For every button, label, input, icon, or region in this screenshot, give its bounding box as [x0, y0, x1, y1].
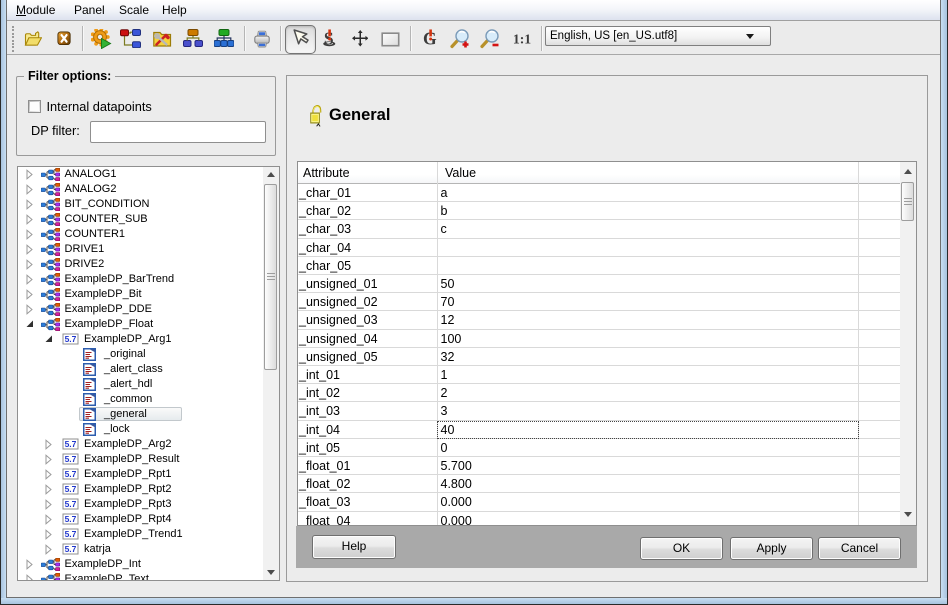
svg-text:5.7: 5.7: [64, 499, 76, 509]
svg-text:5.7: 5.7: [64, 469, 76, 479]
svg-text:5.7: 5.7: [64, 439, 76, 449]
svg-text:5.7: 5.7: [64, 514, 76, 524]
svg-text:1:1: 1:1: [512, 32, 530, 46]
svg-text:5.7: 5.7: [64, 454, 76, 464]
svg-text:5.7: 5.7: [64, 544, 76, 554]
svg-text:5.7: 5.7: [64, 334, 76, 344]
svg-text:5.7: 5.7: [64, 484, 76, 494]
svg-text:5.7: 5.7: [64, 529, 76, 539]
